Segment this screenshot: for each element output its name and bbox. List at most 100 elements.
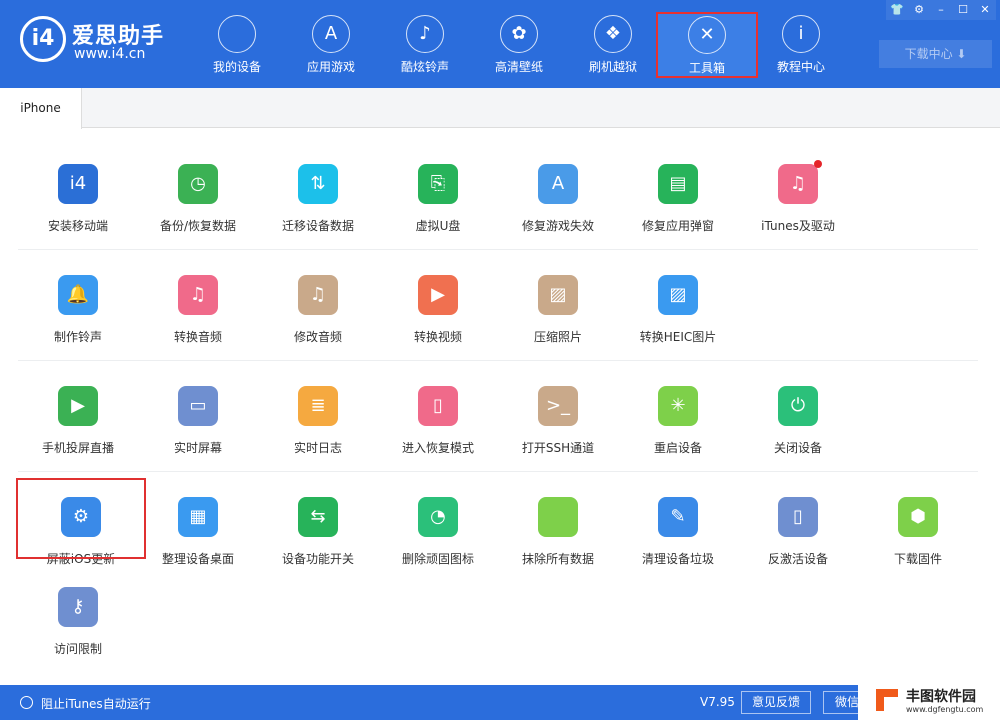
tool-icon: ◔ bbox=[418, 497, 458, 537]
tool-label: 手机投屏直播 bbox=[41, 441, 114, 455]
nav-app-store[interactable]: A 应用游戏 bbox=[284, 0, 378, 88]
watermark: 丰图软件园 www.dgfengtu.com bbox=[858, 685, 1000, 720]
tool-glyph-icon: >_ bbox=[545, 395, 571, 416]
tool-glyph-icon: ⎘ bbox=[430, 173, 446, 194]
tool-item[interactable]: ◔ 删除顽固图标 bbox=[378, 497, 498, 567]
tool-glyph-icon: 🔔 bbox=[66, 284, 90, 305]
tool-item[interactable]: ▯ 进入恢复模式 bbox=[378, 386, 498, 456]
row-divider bbox=[18, 471, 978, 472]
tool-label: 清理设备垃圾 bbox=[641, 552, 714, 566]
minimize-icon[interactable]: – bbox=[930, 0, 952, 20]
tool-item[interactable]: 🔔 制作铃声 bbox=[18, 275, 138, 345]
tool-label: 迁移设备数据 bbox=[281, 219, 354, 233]
tool-item[interactable]: ▦ 整理设备桌面 bbox=[138, 497, 258, 567]
maximize-icon[interactable]: ☐ bbox=[952, 0, 974, 20]
nav-apple[interactable]: 我的设备 bbox=[190, 0, 284, 88]
tool-item[interactable]: ⏻ 关闭设备 bbox=[738, 386, 858, 456]
tool-glyph-icon: ▭ bbox=[189, 395, 207, 416]
tool-item[interactable]: i4 安装移动端 bbox=[18, 164, 138, 234]
tool-icon: ⚷ bbox=[58, 587, 98, 627]
info-icon: i bbox=[782, 15, 820, 53]
download-center-button[interactable]: 下载中心 ⬇ bbox=[879, 40, 992, 68]
tool-glyph-icon: ≣ bbox=[310, 395, 326, 416]
tool-item[interactable]: ▶ 手机投屏直播 bbox=[18, 386, 138, 456]
tool-glyph-icon: ⚙ bbox=[72, 506, 90, 527]
tool-glyph-icon: ⇅ bbox=[310, 173, 326, 194]
notification-dot bbox=[814, 160, 822, 168]
tool-item[interactable]: ⚷ 访问限制 bbox=[18, 587, 138, 657]
tool-icon: ▨ bbox=[658, 275, 698, 315]
nav-label: 刷机越狱 bbox=[588, 60, 637, 74]
watermark-name: 丰图软件园 bbox=[906, 689, 976, 705]
tool-icon: ♫ bbox=[298, 275, 338, 315]
tool-icon: ✳ bbox=[658, 386, 698, 426]
gear-icon[interactable]: ⚙ bbox=[908, 0, 930, 20]
tool-item[interactable]: ♫ 修改音频 bbox=[258, 275, 378, 345]
nav-info[interactable]: i 教程中心 bbox=[754, 0, 848, 88]
watermark-url: www.dgfengtu.com bbox=[906, 705, 984, 714]
tool-icon: ⎘ bbox=[418, 164, 458, 204]
tool-item[interactable]: >_ 打开SSH通道 bbox=[498, 386, 618, 456]
close-icon[interactable]: ✕ bbox=[974, 0, 996, 20]
tool-glyph-icon: i4 bbox=[69, 173, 87, 194]
skin-icon[interactable]: 👕 bbox=[886, 0, 908, 20]
tool-label: 反激活设备 bbox=[767, 552, 828, 566]
tool-label: 删除顽固图标 bbox=[401, 552, 474, 566]
tool-label: 抹除所有数据 bbox=[521, 552, 594, 566]
nav-flower[interactable]: ✿ 高清壁纸 bbox=[472, 0, 566, 88]
tool-item[interactable]: ⚙ 屏蔽iOS更新 bbox=[16, 478, 146, 566]
tool-item[interactable]: ⇅ 迁移设备数据 bbox=[258, 164, 378, 234]
tool-glyph-icon: ♫ bbox=[789, 173, 807, 194]
box-icon: ❖ bbox=[594, 15, 632, 53]
tool-glyph-icon: ⬢ bbox=[910, 506, 926, 527]
tool-item[interactable]: ≣ 实时日志 bbox=[258, 386, 378, 456]
feedback-button[interactable]: 意见反馈 bbox=[741, 691, 811, 714]
itunes-autorun-checkbox[interactable] bbox=[20, 696, 33, 709]
tool-glyph-icon: ▨ bbox=[549, 284, 567, 305]
nav-bell[interactable]: ♪ 酷炫铃声 bbox=[378, 0, 472, 88]
tool-item[interactable]: ⎘ 虚拟U盘 bbox=[378, 164, 498, 234]
tool-glyph-icon: ♫ bbox=[189, 284, 207, 305]
tool-item[interactable]: ▨ 压缩照片 bbox=[498, 275, 618, 345]
nav-label: 应用游戏 bbox=[306, 60, 355, 74]
tool-icon: ⬢ bbox=[898, 497, 938, 537]
tool-label: 转换HEIC图片 bbox=[639, 330, 717, 344]
tool-label: 进入恢复模式 bbox=[401, 441, 474, 455]
tool-label: 安装移动端 bbox=[47, 219, 108, 233]
tool-label: 修改音频 bbox=[293, 330, 342, 344]
tool-icon: ≣ bbox=[298, 386, 338, 426]
tool-glyph-icon: ▯ bbox=[433, 395, 443, 416]
tool-item[interactable]: ♫ iTunes及驱动 bbox=[738, 160, 858, 234]
tool-icon: ▶ bbox=[58, 386, 98, 426]
tool-label: 修复游戏失效 bbox=[521, 219, 594, 233]
logo-url: www.i4.cn bbox=[74, 46, 146, 62]
tool-item[interactable]: ▯ 反激活设备 bbox=[738, 497, 858, 567]
tool-item[interactable]: ♫ 转换音频 bbox=[138, 275, 258, 345]
nav-box[interactable]: ❖ 刷机越狱 bbox=[566, 0, 660, 88]
tool-item[interactable]: ▭ 实时屏幕 bbox=[138, 386, 258, 456]
tool-label: 制作铃声 bbox=[53, 330, 102, 344]
tool-item[interactable]: ▶ 转换视频 bbox=[378, 275, 498, 345]
tool-item[interactable]: ✳ 重启设备 bbox=[618, 386, 738, 456]
tool-item[interactable]: ⬢ 下载固件 bbox=[858, 497, 978, 567]
tool-item[interactable]: ▨ 转换HEIC图片 bbox=[618, 275, 738, 345]
tool-icon: ▤ bbox=[658, 164, 698, 204]
tool-item[interactable]: ✎ 清理设备垃圾 bbox=[618, 497, 738, 567]
logo: i4 爱思助手 www.i4.cn bbox=[20, 16, 170, 70]
itunes-autorun-label[interactable]: 阻止iTunes自动运行 bbox=[41, 695, 151, 712]
app-store-icon: A bbox=[312, 15, 350, 53]
tool-icon: ♫ bbox=[178, 275, 218, 315]
tool-item[interactable]: ◷ 备份/恢复数据 bbox=[138, 164, 258, 234]
tool-item[interactable]: ▤ 修复应用弹窗 bbox=[618, 164, 738, 234]
nav-tools[interactable]: ✕ 工具箱 bbox=[656, 12, 758, 78]
tool-item[interactable]: A 修复游戏失效 bbox=[498, 164, 618, 234]
tab-iphone[interactable]: iPhone bbox=[0, 88, 82, 129]
tool-item[interactable]: ⇆ 设备功能开关 bbox=[258, 497, 378, 567]
tool-label: 转换视频 bbox=[413, 330, 462, 344]
tool-icon: ♫ bbox=[778, 160, 822, 204]
tool-item[interactable]: 抹除所有数据 bbox=[498, 497, 618, 567]
tool-label: 打开SSH通道 bbox=[521, 441, 595, 455]
tool-label: 重启设备 bbox=[653, 441, 702, 455]
device-tab-bar: iPhone bbox=[0, 88, 1000, 129]
tool-icon: ▯ bbox=[778, 497, 818, 537]
